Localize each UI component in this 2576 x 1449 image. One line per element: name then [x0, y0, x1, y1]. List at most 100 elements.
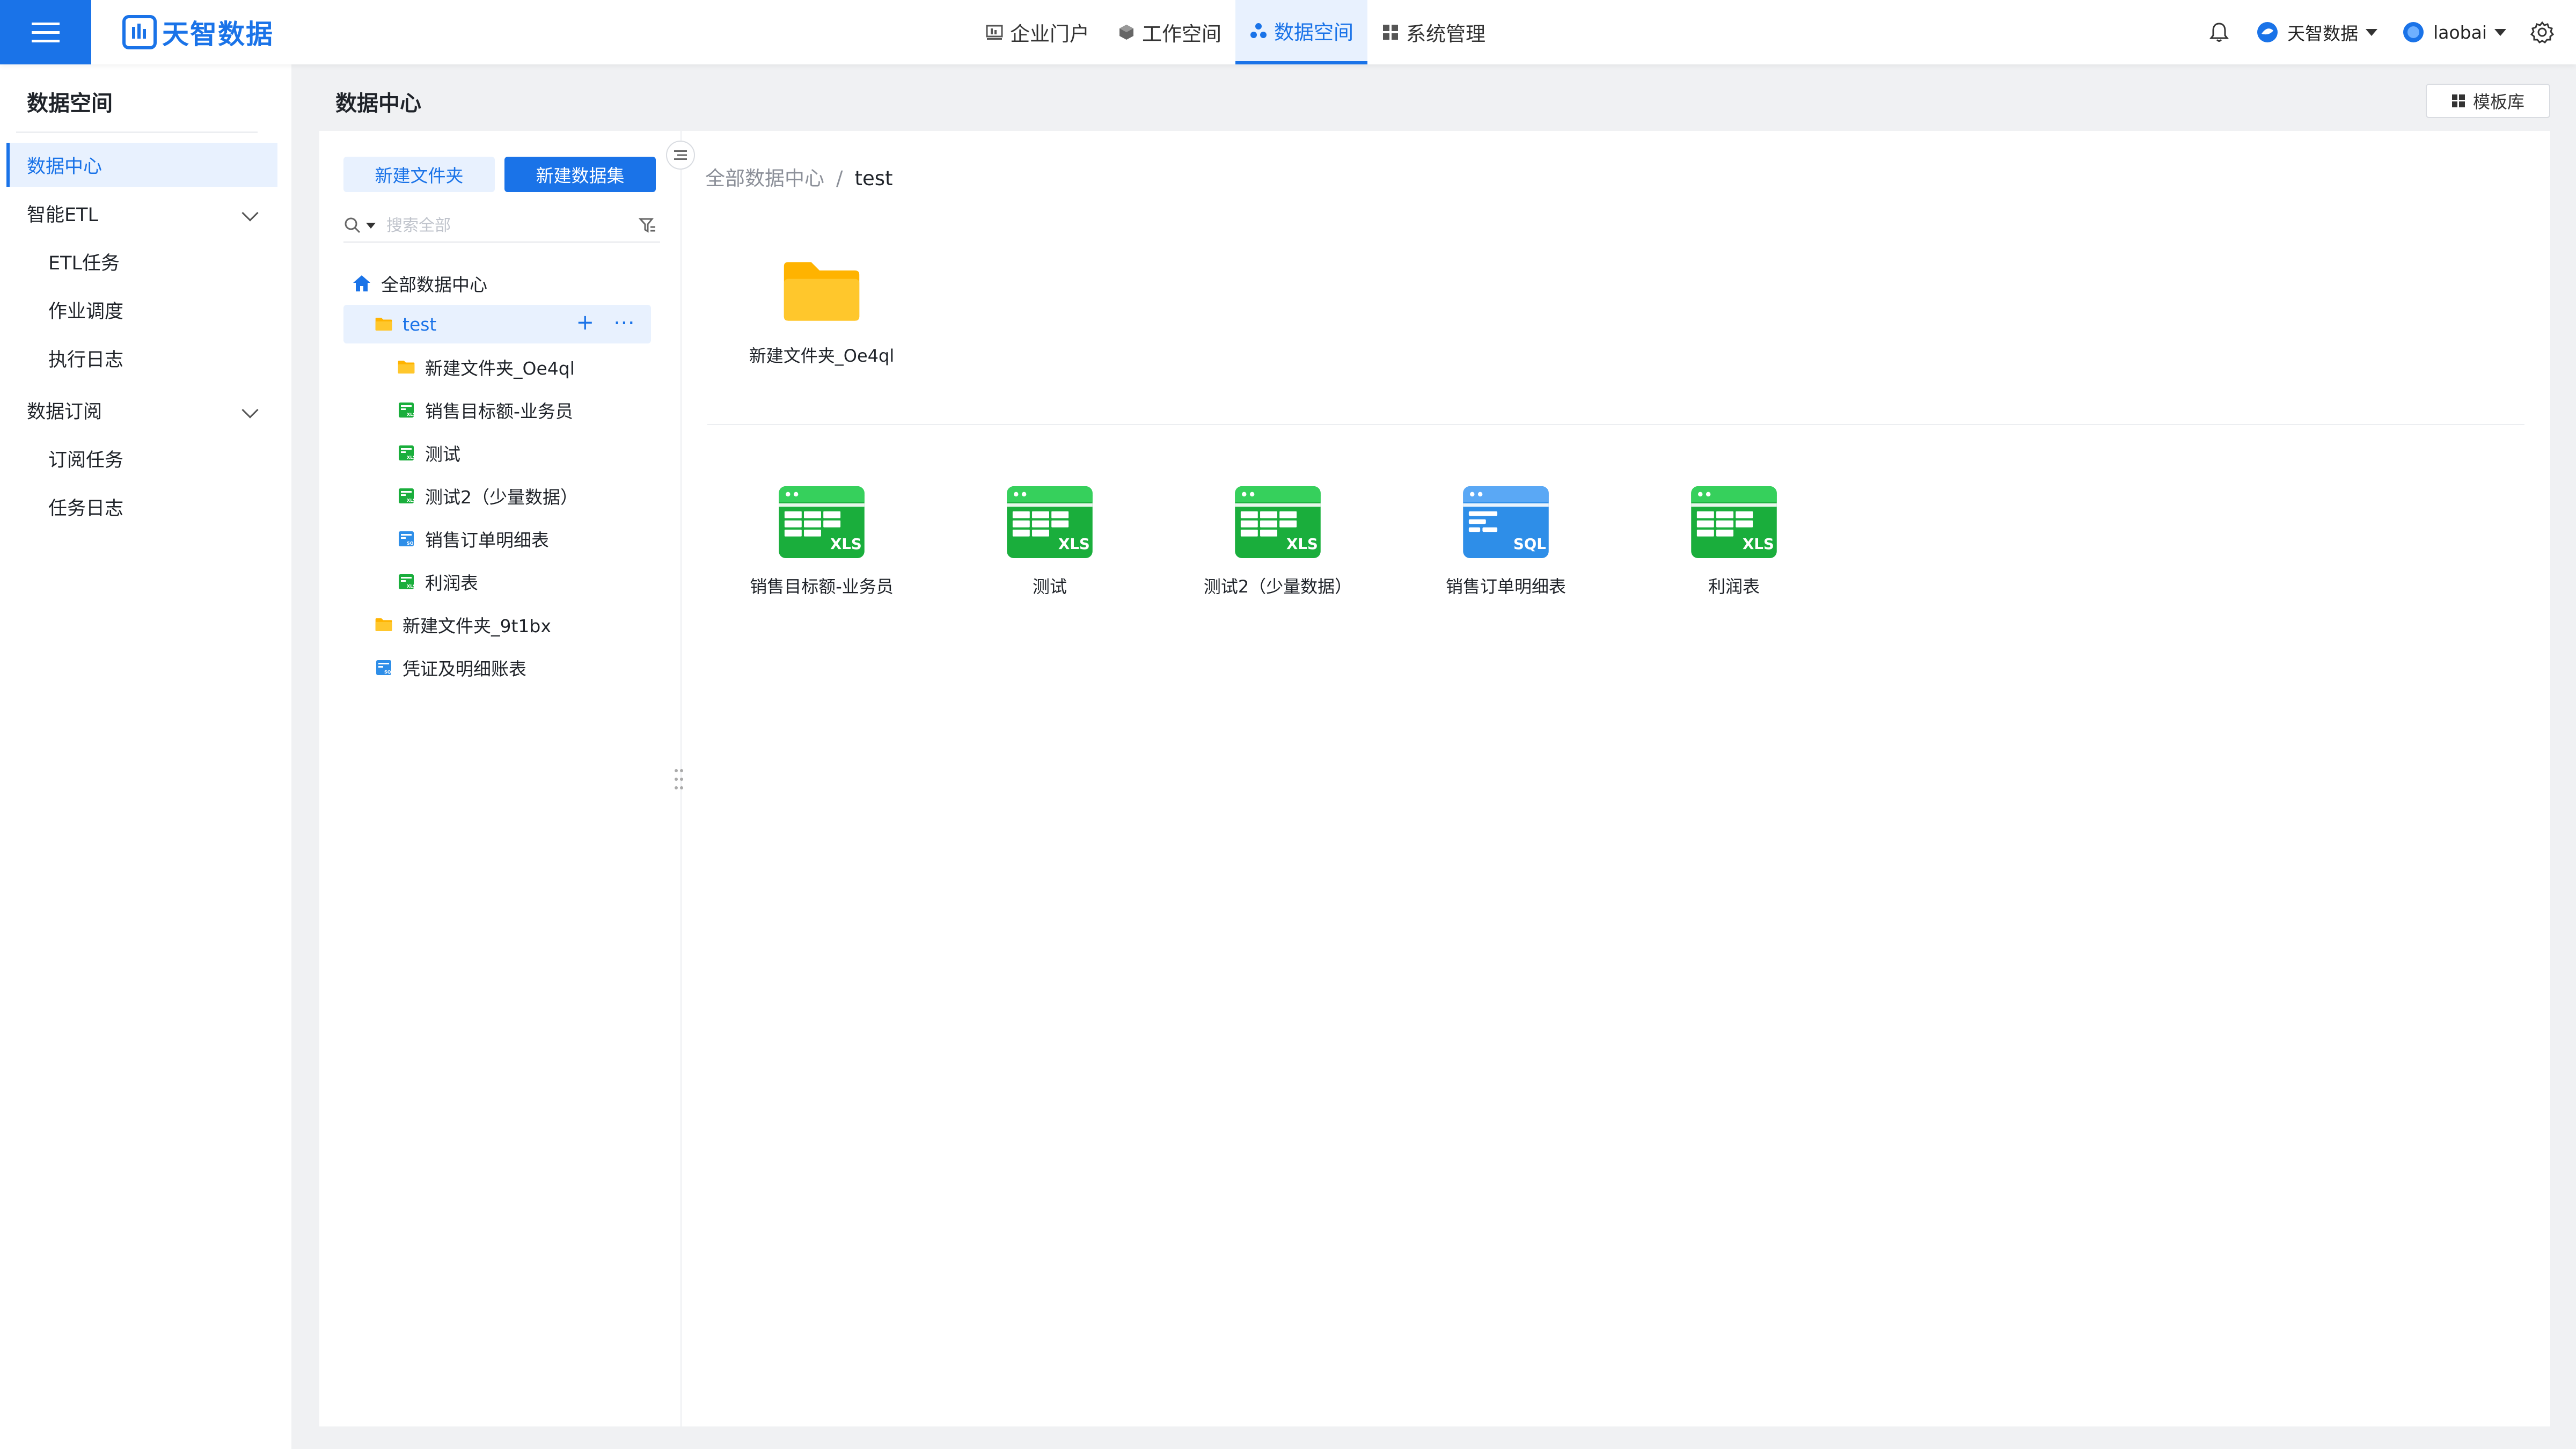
- sidebar-divider: [16, 131, 258, 133]
- tree-dataset-item[interactable]: XLS 销售目标额-业务员: [376, 391, 573, 429]
- breadcrumb-separator: /: [836, 167, 843, 190]
- org-name: 天智数据: [2287, 23, 2359, 44]
- dataset-card[interactable]: XLS 利润表: [1635, 486, 1833, 598]
- tree-folder-item[interactable]: 新建文件夹_Oe4ql: [376, 348, 575, 386]
- folder-icon: [398, 361, 415, 374]
- search-icon[interactable]: [343, 216, 362, 235]
- dataset-card[interactable]: XLS 销售目标额-业务员: [722, 486, 921, 598]
- search-input[interactable]: [386, 216, 612, 235]
- tree-dataset-item[interactable]: XLS 测试2（少量数据）: [376, 477, 578, 515]
- nav-system-management[interactable]: 系统管理: [1367, 0, 1499, 64]
- svg-text:SQL: SQL: [407, 541, 415, 546]
- xls-file-icon: XLS: [399, 402, 415, 418]
- svg-text:XLS: XLS: [830, 535, 862, 553]
- breadcrumb-current: test: [854, 167, 893, 190]
- svg-text:XLS: XLS: [407, 498, 415, 503]
- breadcrumb-root[interactable]: 全部数据中心: [705, 167, 824, 190]
- main-nav: 企业门户 工作空间 数据空间 系统管理: [971, 0, 1499, 64]
- sidebar-item-etl-tasks[interactable]: ETL任务: [6, 239, 277, 283]
- nav-enterprise-portal[interactable]: 企业门户: [971, 0, 1103, 64]
- xls-file-icon: XLS: [1235, 486, 1321, 558]
- user-menu[interactable]: laobai: [2401, 20, 2506, 45]
- folder-icon: [784, 262, 860, 321]
- sidebar-item-label: 作业调度: [48, 301, 124, 323]
- app-logo[interactable]: 天智数据: [122, 13, 274, 52]
- portal-icon: [986, 25, 1003, 40]
- new-dataset-label: 新建数据集: [536, 165, 625, 186]
- org-logo-icon: [2257, 22, 2278, 42]
- more-icon[interactable]: ⋯: [613, 310, 635, 335]
- nav-label: 企业门户: [1010, 23, 1089, 46]
- dataset-card-label: 测试: [1032, 576, 1067, 597]
- new-folder-label: 新建文件夹: [375, 165, 464, 186]
- tree-item-label: 测试: [425, 444, 460, 465]
- resize-handle[interactable]: [674, 767, 684, 791]
- caret-down-icon: [2366, 28, 2378, 36]
- sidebar-item-label: 订阅任务: [48, 449, 124, 471]
- sidebar-item-label: 执行日志: [48, 349, 124, 371]
- notification-button[interactable]: [2207, 20, 2231, 45]
- svg-text:XLS: XLS: [1058, 535, 1090, 553]
- sidebar-item-data-center[interactable]: 数据中心: [6, 143, 277, 187]
- gear-icon: [2530, 21, 2555, 43]
- svg-text:XLS: XLS: [407, 584, 415, 589]
- collapse-menu-icon: [674, 150, 687, 160]
- tree-item-label: 凭证及明细账表: [402, 658, 526, 679]
- top-navbar: 天智数据 企业门户 工作空间 数据空间 系统管理 天智数据 laobai: [0, 0, 2576, 64]
- sql-file-icon: SQL: [376, 660, 393, 675]
- sidebar-item-smart-etl[interactable]: 智能ETL: [6, 191, 277, 235]
- xls-file-icon: XLS: [779, 486, 865, 558]
- tree-dataset-item[interactable]: SQL 销售订单明细表: [376, 519, 549, 558]
- sidebar-item-data-subscription[interactable]: 数据订阅: [6, 388, 277, 432]
- tree-dataset-item[interactable]: SQL 凭证及明细账表: [343, 648, 526, 687]
- tree-item-label: 销售订单明细表: [425, 530, 549, 551]
- tree-dataset-item[interactable]: XLS 利润表: [376, 562, 478, 601]
- dataset-card[interactable]: XLS 测试2（少量数据）: [1179, 486, 1377, 598]
- settings-button[interactable]: [2530, 20, 2555, 45]
- tree-item-label: 新建文件夹_9t1bx: [402, 616, 551, 636]
- org-switcher[interactable]: 天智数据: [2255, 19, 2378, 45]
- svg-text:XLS: XLS: [1286, 535, 1318, 553]
- tree-item-label: 新建文件夹_Oe4ql: [425, 358, 575, 379]
- folder-card[interactable]: 新建文件夹_Oe4ql: [722, 257, 921, 367]
- dataset-card[interactable]: SQL 销售订单明细表: [1407, 486, 1605, 598]
- sidebar-item-label: 数据中心: [27, 156, 103, 178]
- svg-text:SQL: SQL: [1513, 535, 1546, 553]
- search-scope-dropdown[interactable]: [366, 222, 376, 229]
- sidebar-item-exec-log[interactable]: 执行日志: [6, 336, 277, 380]
- tree-folder-item[interactable]: 新建文件夹_9t1bx: [343, 605, 551, 644]
- nav-data-space[interactable]: 数据空间: [1235, 0, 1367, 64]
- template-library-button[interactable]: 模板库: [2426, 84, 2550, 118]
- home-icon: [353, 275, 370, 291]
- sidebar-item-task-log[interactable]: 任务日志: [6, 485, 277, 529]
- nav-label: 数据空间: [1274, 21, 1353, 44]
- new-folder-button[interactable]: 新建文件夹: [343, 157, 495, 192]
- dataset-card[interactable]: XLS 测试: [950, 486, 1149, 598]
- drag-dots-icon: [675, 769, 683, 789]
- tree-folder-item[interactable]: test + ⋯: [343, 305, 651, 343]
- add-icon[interactable]: +: [576, 310, 594, 335]
- tree-root-label: 全部数据中心: [381, 274, 487, 295]
- new-dataset-button[interactable]: 新建数据集: [504, 157, 656, 192]
- template-icon: [2451, 94, 2465, 107]
- sidebar-item-job-schedule[interactable]: 作业调度: [6, 288, 277, 332]
- filter-icon[interactable]: [639, 216, 657, 235]
- tree-root[interactable]: 全部数据中心: [352, 264, 487, 303]
- template-library-label: 模板库: [2472, 92, 2524, 112]
- sidebar-item-label: 智能ETL: [27, 204, 98, 226]
- xls-file-icon: XLS: [399, 574, 415, 589]
- tree-item-label: test: [402, 313, 437, 335]
- collapse-tree-button[interactable]: [666, 141, 695, 170]
- tree-item-label: 测试2（少量数据）: [425, 487, 578, 508]
- sidebar-item-subscription-tasks[interactable]: 订阅任务: [6, 436, 277, 480]
- tree-item-actions: + ⋯: [576, 310, 635, 335]
- hamburger-menu-button[interactable]: [0, 0, 91, 64]
- cube-icon: [1119, 25, 1133, 40]
- svg-text:SQL: SQL: [384, 670, 393, 675]
- nav-workspace[interactable]: 工作空间: [1103, 0, 1235, 64]
- tree-dataset-item[interactable]: XLS 测试: [376, 434, 460, 472]
- sidebar: 数据空间 数据中心 智能ETL ETL任务 作业调度 执行日志 数据订阅 订阅任…: [0, 64, 291, 1449]
- folder-icon: [375, 318, 392, 331]
- sidebar-item-label: ETL任务: [48, 252, 120, 274]
- logo-text: 天智数据: [162, 19, 274, 50]
